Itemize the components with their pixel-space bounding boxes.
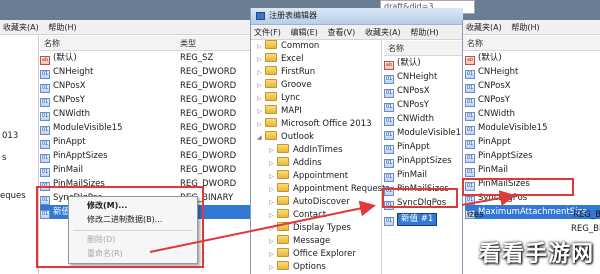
watermark: 看看手游网 [478,242,594,267]
annotation-arrows [149,190,516,253]
arrow-to-edit [149,200,376,253]
arrow-to-final [461,190,516,206]
